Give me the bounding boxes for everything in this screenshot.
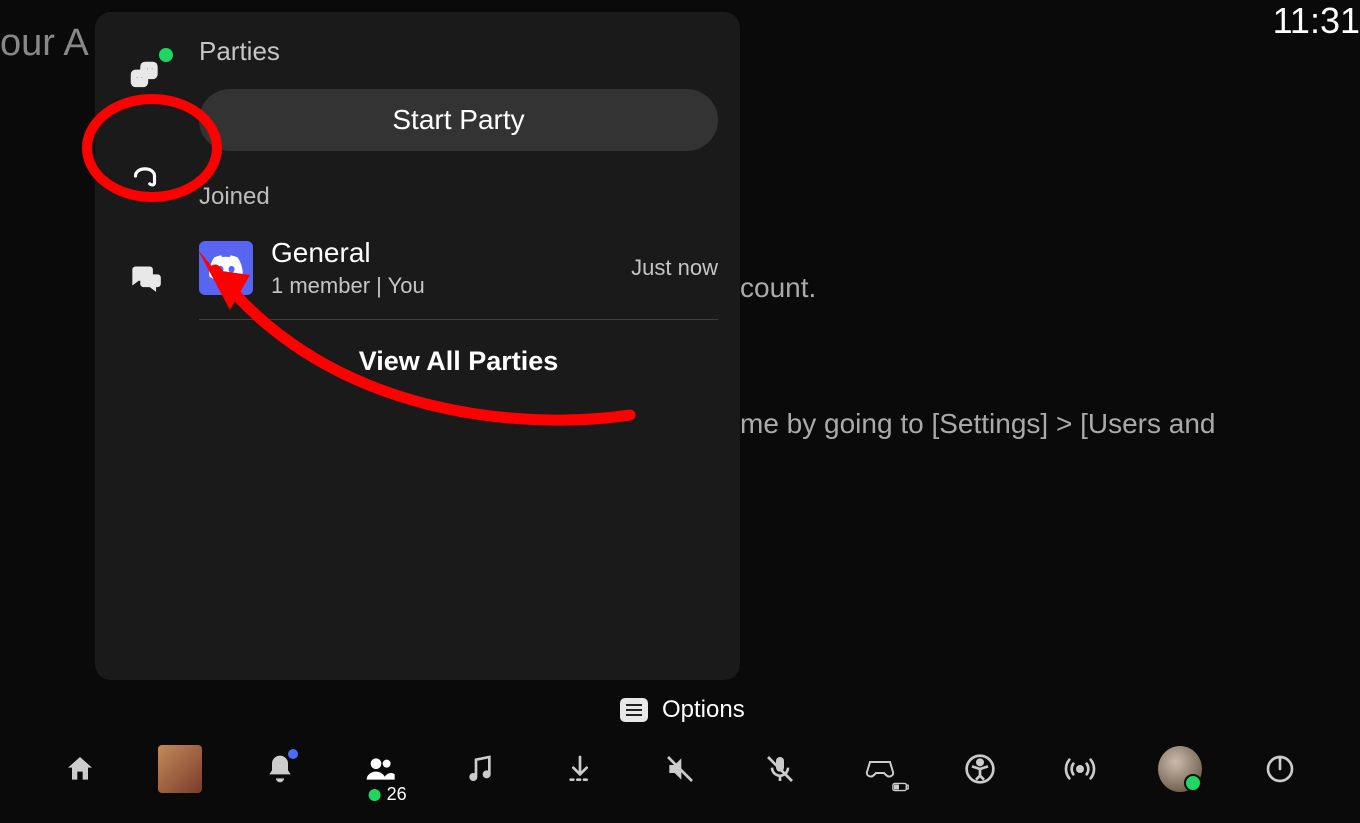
notifications-icon[interactable] xyxy=(258,747,302,791)
party-info: General 1 member | You xyxy=(271,237,613,299)
party-voice-tab-icon[interactable] xyxy=(123,154,167,198)
parties-panel: Parties Start Party Joined General 1 mem… xyxy=(95,12,740,680)
mic-muted-icon[interactable] xyxy=(758,747,802,791)
control-center-dock: 26 xyxy=(0,737,1360,801)
online-dot-icon xyxy=(159,48,173,62)
profile-avatar[interactable] xyxy=(1158,747,1202,791)
panel-main-column: Parties Start Party Joined General 1 mem… xyxy=(195,12,740,680)
accessibility-icon[interactable] xyxy=(958,747,1002,791)
controller-icon[interactable] xyxy=(858,747,902,791)
bg-text-line2: me by going to [Settings] > [Users and xyxy=(740,408,1215,440)
broadcast-icon[interactable] xyxy=(1058,747,1102,791)
party-row[interactable]: General 1 member | You Just now xyxy=(199,231,718,320)
party-meta: 1 member | You xyxy=(271,273,613,299)
bg-text-line1: count. xyxy=(740,272,816,304)
parties-title: Parties xyxy=(199,36,718,67)
options-label: Options xyxy=(662,696,745,724)
download-icon[interactable] xyxy=(558,747,602,791)
party-time: Just now xyxy=(631,255,718,281)
bg-text-fragment: our A xyxy=(0,22,89,65)
start-party-button[interactable]: Start Party xyxy=(199,89,718,151)
friends-count-badge: 26 xyxy=(369,784,407,805)
notification-dot-icon xyxy=(288,749,298,759)
friends-tab-icon[interactable] xyxy=(123,54,167,98)
game-switcher-thumb[interactable] xyxy=(158,747,202,791)
discord-icon xyxy=(199,241,253,295)
sound-muted-icon[interactable] xyxy=(658,747,702,791)
power-icon[interactable] xyxy=(1258,747,1302,791)
party-name: General xyxy=(271,237,613,269)
music-icon[interactable] xyxy=(458,747,502,791)
options-hint: Options xyxy=(620,696,745,724)
friends-dock-icon[interactable]: 26 xyxy=(358,747,402,791)
clock: 11:31 xyxy=(1273,0,1360,42)
panel-side-column xyxy=(95,12,195,680)
messages-tab-icon[interactable] xyxy=(123,254,167,298)
joined-label: Joined xyxy=(199,183,718,211)
view-all-parties-button[interactable]: View All Parties xyxy=(199,338,718,385)
home-icon[interactable] xyxy=(58,747,102,791)
options-button-icon xyxy=(620,698,648,722)
